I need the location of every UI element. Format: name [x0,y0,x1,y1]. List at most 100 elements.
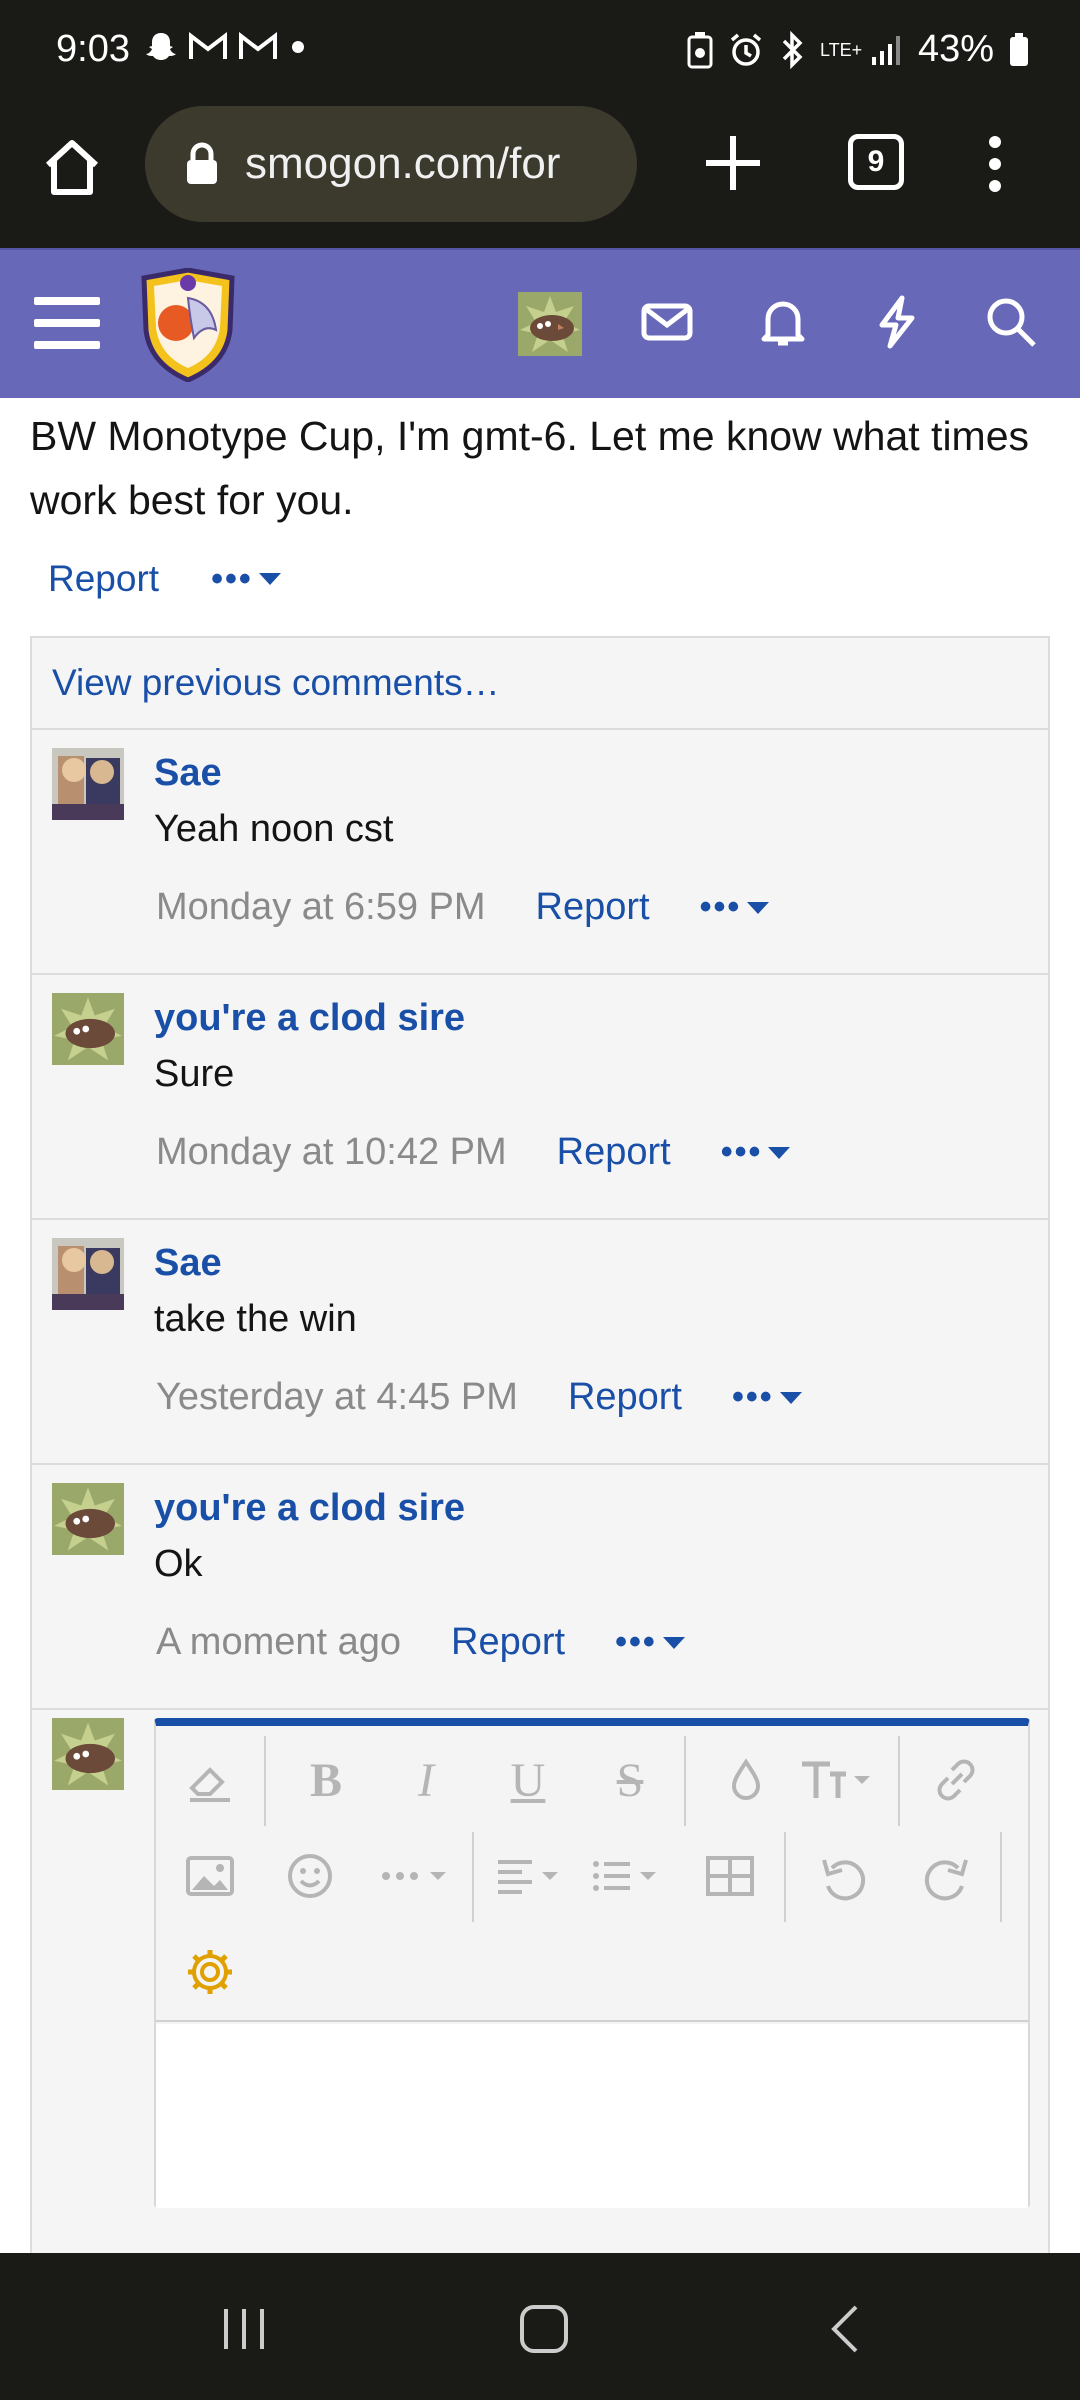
lightning-icon[interactable] [870,295,924,349]
comment-text: take the win [154,1298,357,1340]
more-horiz-icon: ••• [720,1133,763,1171]
battery-saver-icon [687,31,713,68]
comment-username[interactable]: Sae [154,1242,222,1285]
report-link[interactable]: Report [48,558,159,600]
gmail-icon [239,32,277,59]
toolbar-separator [684,1736,686,1826]
site-header [0,248,1080,398]
emoji-icon[interactable] [280,1846,340,1906]
comment-meta: Monday at 6:59 PM Report ••• [156,886,770,929]
report-link[interactable]: Report [568,1376,682,1419]
notification-icons [144,30,308,64]
more-horiz-icon: ••• [615,1623,657,1661]
toolbar-separator [472,1832,474,1922]
user-avatar[interactable] [518,292,582,356]
view-previous-comments-link[interactable]: View previous comments… [32,638,1048,730]
avatar[interactable] [52,748,124,820]
more-actions-toggle[interactable]: ••• [700,888,770,927]
more-horiz-icon: ••• [699,888,742,926]
report-link[interactable]: Report [557,1131,671,1174]
editor-toolbar: B I U S [156,1726,1028,2022]
network-type: LTE+ [819,39,863,60]
more-actions-toggle[interactable]: ••• [721,1133,791,1172]
battery-icon [1010,32,1028,66]
more-horiz-icon: ••• [211,559,253,598]
status-bar: 9:03 LTE+ 43% [0,0,1080,100]
font-size-icon[interactable] [796,1750,876,1810]
comment-item: you're a clod sire Ok A moment ago Repor… [32,1465,1048,1710]
link-icon[interactable] [926,1750,986,1810]
caret-down-icon [747,901,770,914]
comment-item: Sae Yeah noon cst Monday at 6:59 PM Repo… [32,730,1048,975]
more-actions-toggle[interactable]: ••• [732,1378,802,1417]
tab-switcher-button[interactable]: 9 [848,134,904,190]
url-text: smogon.com/for [245,139,561,188]
comments-list: View previous comments… Sae Yeah noon cs… [30,636,1050,2253]
caret-down-icon [779,1391,802,1404]
bell-icon[interactable] [756,295,810,349]
lock-icon [187,142,217,184]
comment-time[interactable]: Yesterday at 4:45 PM [156,1376,518,1419]
comment-meta: Monday at 10:42 PM Report ••• [156,1131,791,1174]
hamburger-menu-icon[interactable] [34,295,100,351]
comment-meta: Yesterday at 4:45 PM Report ••• [156,1376,802,1419]
comment-text: Yeah noon cst [154,808,394,850]
home-icon[interactable] [40,135,104,199]
bold-icon[interactable]: B [296,1750,356,1810]
caret-down-icon [258,573,281,585]
comment-time[interactable]: A moment ago [156,1621,401,1664]
status-time: 9:03 [56,28,130,70]
eraser-icon[interactable] [180,1750,240,1810]
comment-meta: A moment ago Report ••• [156,1621,685,1664]
comment-username[interactable]: you're a clod sire [154,997,465,1040]
more-actions-toggle[interactable]: ••• [615,1623,685,1662]
more-vert-icon[interactable] [980,134,1010,194]
avatar[interactable] [52,1238,124,1310]
image-icon[interactable] [180,1846,240,1906]
address-bar[interactable]: smogon.com/for [145,106,637,222]
smogon-logo[interactable] [138,268,238,382]
underline-icon[interactable]: U [498,1750,558,1810]
new-tab-icon[interactable] [700,130,766,196]
avatar[interactable] [52,1718,124,1790]
reply-textarea[interactable] [156,2024,1028,2208]
undo-icon[interactable] [814,1846,874,1906]
avatar[interactable] [52,1483,124,1555]
post-text: BW Monotype Cup, I'm gmt-6. Let me know … [30,413,1030,523]
settings-icon[interactable] [180,1942,240,2002]
more-icon[interactable] [376,1846,456,1906]
alarm-icon [730,33,762,66]
thread-content: BW Monotype Cup, I'm gmt-6. Let me know … [0,398,1080,2253]
avatar[interactable] [52,993,124,1065]
comment-item: Sae take the win Yesterday at 4:45 PM Re… [32,1220,1048,1465]
comment-time[interactable]: Monday at 6:59 PM [156,886,486,929]
table-icon[interactable] [700,1846,760,1906]
recent-apps-icon[interactable] [216,2301,272,2357]
back-icon[interactable] [820,2301,876,2357]
browser-toolbar: smogon.com/for 9 [0,100,1080,248]
italic-icon[interactable]: I [396,1750,456,1810]
list-icon[interactable] [588,1846,668,1906]
battery-percent: 43% [917,28,994,70]
comment-item: you're a clod sire Sure Monday at 10:42 … [32,975,1048,1220]
comment-time[interactable]: Monday at 10:42 PM [156,1131,507,1174]
reply-composer: B I U S [32,1700,1048,2253]
toolbar-separator [898,1736,900,1826]
dot-icon [292,41,304,53]
more-actions-toggle[interactable]: ••• [211,560,281,599]
comment-username[interactable]: you're a clod sire [154,1487,465,1530]
strikethrough-icon[interactable]: S [600,1750,660,1810]
comment-username[interactable]: Sae [154,752,222,795]
report-link[interactable]: Report [536,886,650,929]
align-icon[interactable] [492,1846,572,1906]
text-color-icon[interactable] [716,1750,776,1810]
mail-icon[interactable] [640,295,694,349]
rich-text-editor: B I U S [154,1718,1030,2208]
report-link[interactable]: Report [451,1621,565,1664]
redo-icon[interactable] [916,1846,976,1906]
tab-count: 9 [867,145,885,178]
toolbar-separator [264,1736,266,1826]
more-horiz-icon: ••• [732,1378,774,1416]
home-nav-icon[interactable] [516,2301,572,2357]
search-icon[interactable] [984,295,1038,349]
